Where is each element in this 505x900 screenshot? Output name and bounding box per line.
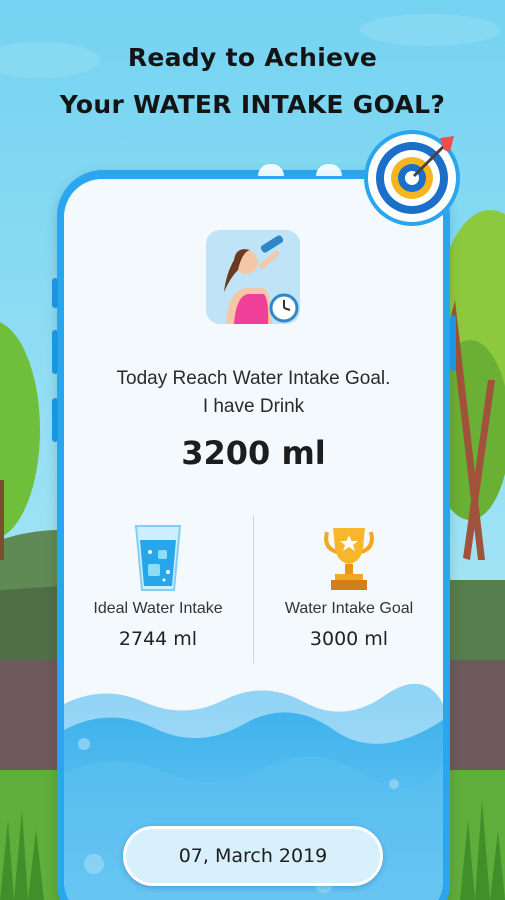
trophy-icon <box>324 528 374 590</box>
phone-side-button <box>52 398 58 442</box>
drink-amount: 3200 ml <box>181 434 326 472</box>
goal-intake-value: 3000 ml <box>309 628 389 650</box>
goal-message-line-2: I have Drink <box>202 396 305 417</box>
ideal-intake-value: 2744 ml <box>118 628 198 650</box>
date-button[interactable]: 07, March 2019 <box>123 826 383 886</box>
phone-side-button <box>52 278 58 308</box>
goal-message-line-1: Today Reach Water Intake Goal. <box>116 368 391 389</box>
headline-line-2: Your WATER INTAKE GOAL? <box>59 90 446 119</box>
phone-side-button <box>52 330 58 374</box>
woman-drinking-icon <box>206 230 300 324</box>
phone-side-button <box>450 315 456 371</box>
goal-intake-label: Water Intake Goal <box>284 600 414 617</box>
headline: Ready to Achieve Your WATER INTAKE GOAL? <box>0 34 505 128</box>
goal-message: Today Reach Water Intake Goal. I have Dr… <box>64 365 443 421</box>
ideal-intake-label: Ideal Water Intake <box>93 600 223 617</box>
headline-line-1: Ready to Achieve <box>127 43 378 72</box>
date-label: 07, March 2019 <box>178 845 328 867</box>
app-logo <box>206 230 300 324</box>
target-icon <box>364 130 460 226</box>
water-glass-icon <box>134 525 182 591</box>
